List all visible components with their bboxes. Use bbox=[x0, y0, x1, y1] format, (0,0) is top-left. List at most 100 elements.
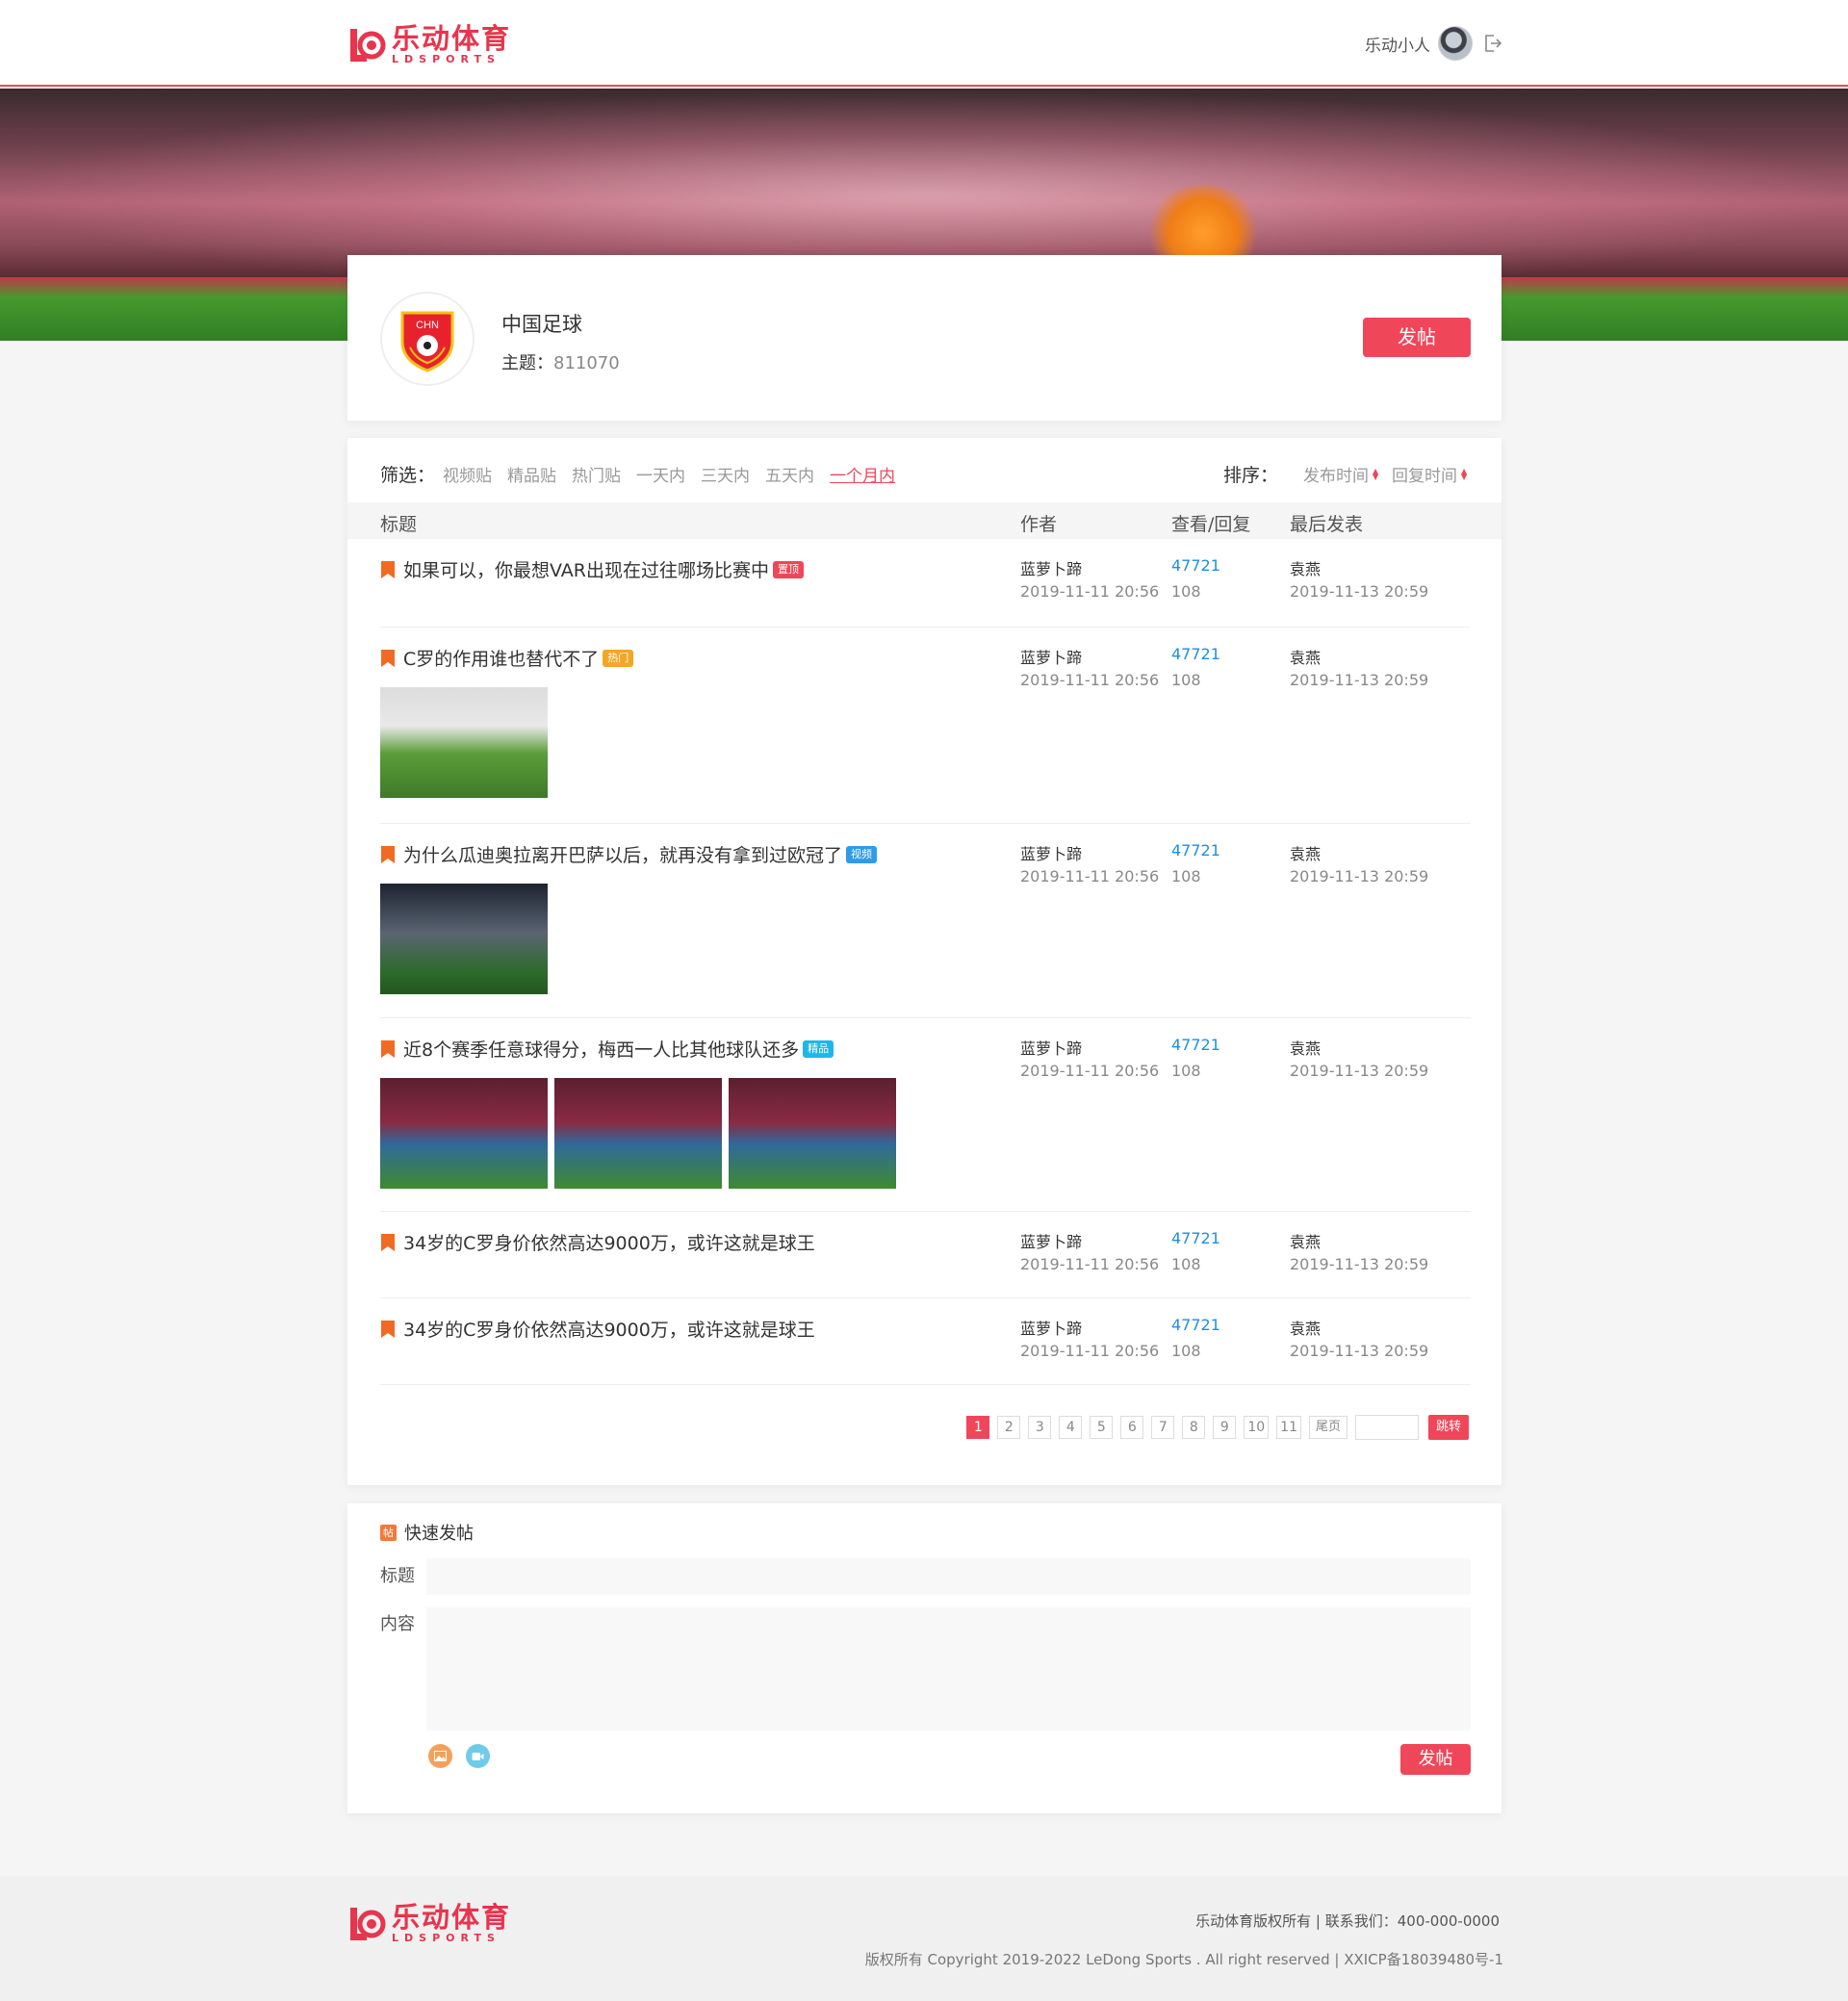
page-button[interactable]: 4 bbox=[1059, 1416, 1083, 1439]
post-tag: 热门 bbox=[603, 649, 634, 667]
col-last: 最后发表 bbox=[1290, 514, 1364, 535]
filter-bar: 筛选： 视频贴 精品贴 热门贴 一天内 三天内 五天内 一个月内 bbox=[380, 461, 911, 487]
sort-reply-time-label: 回复时间 bbox=[1392, 467, 1457, 486]
sort-publish-time[interactable]: 发布时间 ▲ ▼ bbox=[1303, 462, 1380, 486]
page-button[interactable]: 10 bbox=[1244, 1416, 1270, 1439]
brand-name: 乐动体育 bbox=[392, 22, 512, 55]
post-row[interactable]: C罗的作用谁也替代不了 热门 蓝萝卜蹄 2019-11-11 20:56 4772… bbox=[380, 628, 1471, 824]
filter-one-month[interactable]: 一个月内 bbox=[830, 462, 895, 486]
last-reply-user[interactable]: 袁燕 bbox=[1290, 1229, 1321, 1252]
post-title[interactable]: C罗的作用谁也替代不了 热门 bbox=[380, 645, 634, 671]
post-title-text[interactable]: 为什么瓜迪奥拉离开巴萨以后，就再没有拿到过欧冠了 bbox=[403, 841, 842, 867]
page-button[interactable]: 11 bbox=[1276, 1416, 1301, 1439]
post-author[interactable]: 蓝萝卜蹄 bbox=[1020, 1229, 1082, 1252]
last-page-button[interactable]: 尾页 bbox=[1308, 1416, 1348, 1439]
quick-post-submit-button[interactable]: 发帖 bbox=[1400, 1744, 1471, 1775]
username[interactable]: 乐动小人 bbox=[1365, 32, 1430, 56]
image-upload-icon[interactable] bbox=[428, 1744, 452, 1768]
post-thumbnails bbox=[380, 687, 554, 798]
post-icon: 帖 bbox=[380, 1524, 397, 1541]
post-thumbnails bbox=[380, 1078, 903, 1189]
filter-label: 筛选： bbox=[380, 465, 436, 486]
post-row[interactable]: 34岁的C罗身价依然高达9000万，或许这就是球王 蓝萝卜蹄 2019-11-1… bbox=[380, 1212, 1471, 1298]
post-title-text[interactable]: 34岁的C罗身价依然高达9000万，或许这就是球王 bbox=[403, 1316, 815, 1342]
post-thumbnail[interactable] bbox=[554, 1078, 722, 1189]
page-button[interactable]: 6 bbox=[1120, 1416, 1144, 1439]
post-title-text[interactable]: 如果可以，你最想VAR出现在过往哪场比赛中 bbox=[403, 556, 769, 582]
pagination: 1 2 3 4 5 6 7 8 9 10 11 尾页 跳转 bbox=[959, 1415, 1469, 1440]
post-row[interactable]: 近8个赛季任意球得分，梅西一人比其他球队还多 精品 蓝萝卜蹄 2019-11-11… bbox=[380, 1018, 1471, 1212]
last-reply-user[interactable]: 袁燕 bbox=[1290, 556, 1321, 579]
avatar[interactable] bbox=[1438, 26, 1473, 61]
post-views: 47721 bbox=[1171, 841, 1220, 859]
post-title[interactable]: 34岁的C罗身价依然高达9000万，或许这就是球王 bbox=[380, 1316, 815, 1342]
filter-featured[interactable]: 精品贴 bbox=[507, 462, 556, 486]
last-reply-time: 2019-11-13 20:59 bbox=[1290, 582, 1429, 601]
page-button[interactable]: 5 bbox=[1090, 1416, 1114, 1439]
post-row[interactable]: 34岁的C罗身价依然高达9000万，或许这就是球王 蓝萝卜蹄 2019-11-1… bbox=[380, 1298, 1471, 1385]
quick-post-title: 快速发帖 bbox=[404, 1524, 474, 1544]
post-content-input[interactable] bbox=[426, 1607, 1471, 1731]
sort-publish-time-label: 发布时间 bbox=[1303, 467, 1369, 486]
filter-five-days[interactable]: 五天内 bbox=[765, 462, 814, 486]
post-title[interactable]: 如果可以，你最想VAR出现在过往哪场比赛中 置顶 bbox=[380, 556, 804, 582]
post-title[interactable]: 34岁的C罗身价依然高达9000万，或许这就是球王 bbox=[380, 1229, 815, 1255]
new-post-button[interactable]: 发帖 bbox=[1363, 318, 1471, 357]
post-author[interactable]: 蓝萝卜蹄 bbox=[1020, 1316, 1082, 1339]
post-row[interactable]: 如果可以，你最想VAR出现在过往哪场比赛中 置顶 蓝萝卜蹄 2019-11-11 … bbox=[380, 539, 1471, 628]
page-button[interactable]: 2 bbox=[997, 1416, 1021, 1439]
last-reply-time: 2019-11-13 20:59 bbox=[1290, 671, 1429, 689]
post-row[interactable]: 为什么瓜迪奥拉离开巴萨以后，就再没有拿到过欧冠了 视频 蓝萝卜蹄 2019-11-… bbox=[380, 824, 1471, 1018]
filter-three-days[interactable]: 三天内 bbox=[701, 462, 750, 486]
post-author[interactable]: 蓝萝卜蹄 bbox=[1020, 841, 1082, 864]
page-button[interactable]: 7 bbox=[1151, 1416, 1175, 1439]
post-views: 47721 bbox=[1171, 1229, 1220, 1247]
col-author: 作者 bbox=[1020, 514, 1058, 535]
post-replies: 108 bbox=[1171, 582, 1201, 601]
page-jump-input[interactable] bbox=[1355, 1415, 1419, 1440]
video-upload-icon[interactable] bbox=[466, 1744, 490, 1768]
post-author[interactable]: 蓝萝卜蹄 bbox=[1020, 645, 1082, 668]
post-title[interactable]: 为什么瓜迪奥拉离开巴萨以后，就再没有拿到过欧冠了 视频 bbox=[380, 841, 878, 867]
page-button[interactable]: 9 bbox=[1213, 1416, 1237, 1439]
filter-hot[interactable]: 热门贴 bbox=[572, 462, 621, 486]
post-thumbnail[interactable] bbox=[380, 1078, 548, 1189]
bookmark-icon bbox=[381, 845, 395, 863]
post-thumbnail[interactable] bbox=[380, 687, 548, 798]
user-menu[interactable]: 乐动小人 bbox=[1365, 26, 1503, 61]
crowd-image bbox=[0, 89, 1848, 281]
brand-logo[interactable]: 乐动体育 LDSPORTS bbox=[347, 24, 511, 65]
post-replies: 108 bbox=[1171, 1255, 1201, 1273]
last-reply-user[interactable]: 袁燕 bbox=[1290, 841, 1321, 864]
top-header: 乐动体育 LDSPORTS 乐动小人 bbox=[0, 0, 1848, 87]
last-reply-user[interactable]: 袁燕 bbox=[1290, 1316, 1321, 1339]
last-reply-user[interactable]: 袁燕 bbox=[1290, 1036, 1321, 1059]
post-title-text[interactable]: 近8个赛季任意球得分，梅西一人比其他球队还多 bbox=[403, 1036, 799, 1062]
post-time: 2019-11-11 20:56 bbox=[1020, 582, 1160, 601]
post-thumbnail[interactable] bbox=[380, 884, 548, 994]
post-thumbnail[interactable] bbox=[729, 1078, 896, 1189]
last-reply-user[interactable]: 袁燕 bbox=[1290, 645, 1321, 668]
post-title-input[interactable] bbox=[426, 1558, 1471, 1595]
post-author[interactable]: 蓝萝卜蹄 bbox=[1020, 556, 1082, 579]
brand-logo-icon bbox=[350, 28, 386, 62]
post-author[interactable]: 蓝萝卜蹄 bbox=[1020, 1036, 1082, 1059]
post-title[interactable]: 近8个赛季任意球得分，梅西一人比其他球队还多 精品 bbox=[380, 1036, 834, 1062]
sort-reply-time[interactable]: 回复时间 ▲ ▼ bbox=[1392, 462, 1469, 486]
board-emblem: CHN bbox=[380, 292, 475, 386]
page-button[interactable]: 3 bbox=[1028, 1416, 1052, 1439]
post-thumbnails bbox=[380, 884, 554, 994]
filter-video[interactable]: 视频贴 bbox=[443, 462, 492, 486]
topic-label: 主题： bbox=[501, 353, 553, 373]
logout-icon[interactable] bbox=[1482, 33, 1503, 54]
footer-brand-name: 乐动体育 bbox=[392, 1901, 512, 1934]
filter-one-day[interactable]: 一天内 bbox=[636, 462, 685, 486]
post-title-text[interactable]: C罗的作用谁也替代不了 bbox=[403, 645, 599, 671]
footer-brand-logo[interactable]: 乐动体育 LDSPORTS bbox=[347, 1903, 511, 1944]
page-button[interactable]: 1 bbox=[966, 1416, 990, 1439]
post-title-text[interactable]: 34岁的C罗身价依然高达9000万，或许这就是球王 bbox=[403, 1229, 815, 1255]
page-button[interactable]: 8 bbox=[1182, 1416, 1206, 1439]
page-jump-button[interactable]: 跳转 bbox=[1428, 1415, 1469, 1440]
brand-name-en: LDSPORTS bbox=[392, 53, 500, 65]
bookmark-icon bbox=[381, 1233, 395, 1251]
